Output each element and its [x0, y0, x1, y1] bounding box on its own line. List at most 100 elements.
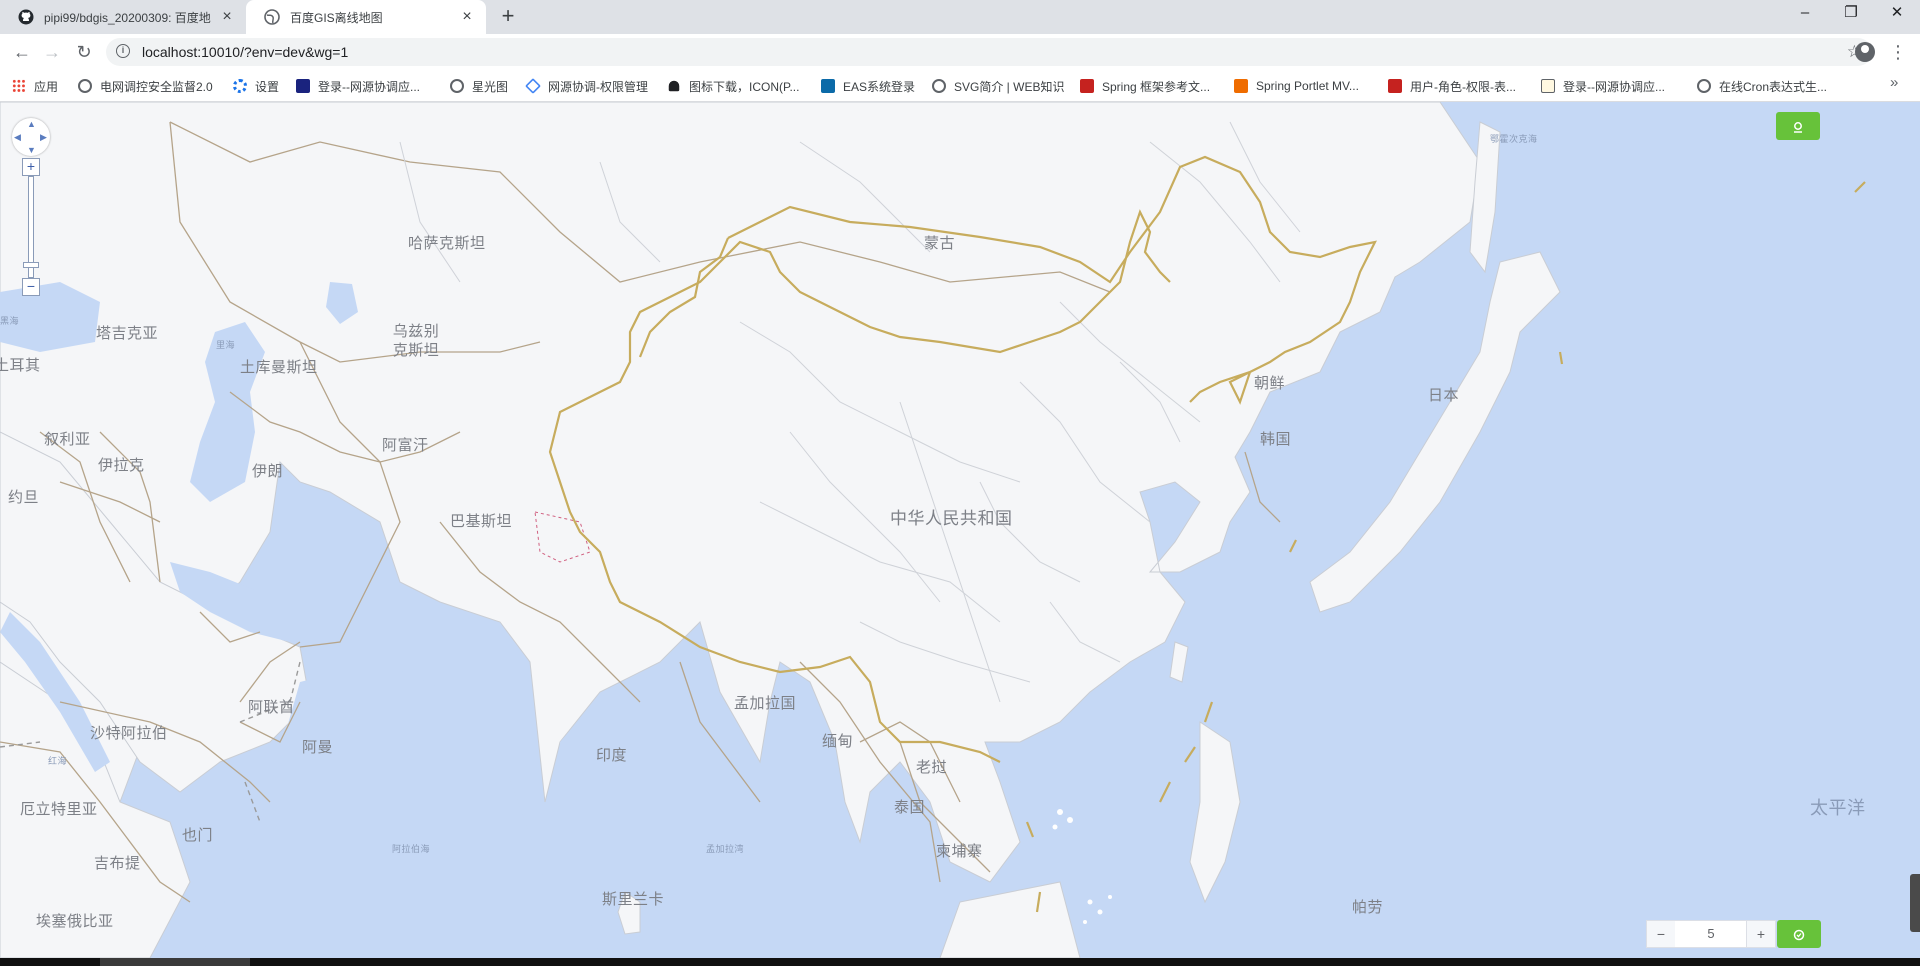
pan-up-icon[interactable]: ▲: [27, 119, 36, 129]
bookmarks-more-icon[interactable]: »: [1890, 74, 1898, 91]
url-text[interactable]: localhost:10010/?env=dev&wg=1: [142, 38, 348, 66]
bookmark-item[interactable]: 图标下载，ICON(P...: [667, 76, 799, 96]
label-oman: 阿曼: [302, 739, 334, 756]
map-zoom-out-button[interactable]: −: [22, 278, 40, 296]
bookmark-item[interactable]: 星光图: [450, 76, 508, 96]
label-kazakhstan: 哈萨克斯坦: [408, 235, 486, 252]
forward-arrow-icon[interactable]: →: [38, 38, 66, 66]
label-yemen: 也门: [182, 827, 214, 844]
label-turkmenistan: 土库曼斯坦: [240, 359, 318, 376]
land-philippines: [1189, 721, 1241, 904]
label-ethiopia: 埃塞俄比亚: [36, 913, 114, 930]
bookmark-label: 登录--网源协调应...: [1563, 79, 1665, 94]
tab-github[interactable]: pipi99/bdgis_20200309: 百度地 ×: [0, 0, 246, 34]
bookmark-label: EAS系统登录: [843, 79, 916, 94]
pan-down-icon[interactable]: ▼: [27, 145, 36, 155]
restore-icon[interactable]: ❐: [1828, 0, 1874, 28]
tab-baidu-gis[interactable]: 百度GIS离线地图 ×: [246, 0, 486, 34]
orange-s-icon: [1234, 79, 1248, 93]
info-icon[interactable]: i: [116, 44, 130, 58]
bookmark-item[interactable]: 登录--网源协调应...: [296, 76, 420, 96]
globe-icon: [932, 79, 946, 93]
menu-kebab-icon[interactable]: ⋮: [1884, 38, 1912, 66]
zoom-slider-handle[interactable]: [23, 262, 39, 268]
label-bangladesh: 孟加拉国: [734, 695, 797, 712]
eas-icon: [821, 79, 835, 93]
bookmark-label: Spring 框架参考文...: [1102, 79, 1211, 94]
label-uae: 阿联酋: [248, 699, 295, 716]
map-tiles: [0, 102, 1866, 958]
bookmark-item[interactable]: 登录--网源协调应...: [1541, 76, 1665, 96]
zoom-apply-button[interactable]: [1777, 920, 1821, 948]
github-icon: [18, 9, 34, 25]
bookmark-item[interactable]: Spring 框架参考文...: [1080, 76, 1210, 96]
zoom-increase-button[interactable]: +: [1746, 920, 1776, 948]
pan-control[interactable]: ▲ ▼ ◀ ▶: [12, 118, 50, 156]
new-tab-button[interactable]: +: [496, 5, 520, 29]
bookmark-item[interactable]: SVG简介 | WEB知识: [932, 76, 1064, 96]
bookmark-apps[interactable]: 应用: [12, 76, 58, 96]
bookmark-item[interactable]: 网源协调-权限管理: [525, 76, 648, 96]
pan-left-icon[interactable]: ◀: [14, 132, 21, 143]
taskbar-segment: [100, 958, 250, 966]
label-uzbekistan: 乌兹别克斯坦: [392, 323, 440, 359]
browser-toolbar: ← → ↻ i localhost:10010/?env=dev&wg=1 ☆: [0, 34, 1920, 70]
globe-icon: [264, 9, 280, 25]
label-syria: 叙利亚: [44, 431, 91, 448]
locate-button[interactable]: [1776, 112, 1820, 140]
bookmark-label: 电网调控安全监督2.0: [100, 79, 213, 94]
bookmark-label: SVG简介 | WEB知识: [954, 79, 1065, 94]
back-arrow-icon[interactable]: ←: [8, 38, 36, 66]
label-eritrea: 厄立特里亚: [20, 801, 98, 818]
close-tab-icon[interactable]: ×: [458, 8, 476, 26]
bookmark-item[interactable]: Spring Portlet MV...: [1234, 76, 1359, 96]
globe-icon: [78, 79, 92, 93]
label-palau: 帕劳: [1352, 899, 1384, 916]
bookmark-label: 登录--网源协调应...: [318, 79, 420, 94]
close-tab-icon[interactable]: ×: [218, 8, 236, 26]
locate-icon: [1794, 121, 1802, 133]
label-caspian: 里海: [216, 340, 236, 350]
address-bar[interactable]: i localhost:10010/?env=dev&wg=1 ☆: [106, 38, 1872, 66]
bookmark-label: 设置: [255, 79, 280, 94]
profile-avatar-icon[interactable]: [1855, 42, 1875, 62]
land-borneo: [939, 881, 1081, 958]
zoom-level-input[interactable]: 5: [1675, 920, 1747, 948]
tab-title: pipi99/bdgis_20200309: 百度地: [44, 10, 211, 25]
label-myanmar: 缅甸: [822, 733, 854, 750]
bookmark-item[interactable]: EAS系统登录: [821, 76, 915, 96]
label-okhotsk: 鄂霍次克海: [1490, 134, 1538, 144]
tab-title: 百度GIS离线地图: [290, 10, 383, 25]
bookmark-item[interactable]: 用户-角色-权限-表...: [1388, 76, 1516, 96]
image-icon: [1541, 79, 1555, 93]
globe-icon: [450, 79, 464, 93]
pan-right-icon[interactable]: ▶: [40, 132, 47, 143]
label-arabian-sea: 阿拉伯海: [392, 844, 431, 854]
label-mongolia: 蒙古: [924, 235, 956, 252]
bookmark-label: 图标下载，ICON(P...: [689, 79, 800, 94]
bookmark-label: 用户-角色-权限-表...: [1410, 79, 1516, 94]
globe-icon: [1697, 79, 1711, 93]
person-icon: [668, 80, 680, 92]
label-pakistan: 巴基斯坦: [450, 513, 513, 530]
bookmark-item[interactable]: 设置: [233, 76, 279, 96]
minimize-icon[interactable]: –: [1782, 0, 1828, 28]
label-cambodia: 柬埔寨: [936, 843, 983, 860]
diamond-icon: [525, 78, 541, 94]
reload-icon[interactable]: ↻: [70, 38, 98, 66]
bookmark-item[interactable]: 在线Cron表达式生...: [1697, 76, 1827, 96]
check-circle-icon: [1793, 929, 1805, 940]
red-app-icon: [296, 79, 310, 93]
close-window-icon[interactable]: ✕: [1874, 0, 1920, 28]
map-canvas[interactable]: 哈萨克斯坦 蒙古 乌兹别克斯坦 土库曼斯坦 塔吉克亚 土耳其 叙利亚 伊拉克 伊…: [0, 102, 1920, 958]
label-jordan: 约旦: [8, 489, 40, 506]
map-zoom-in-button[interactable]: +: [22, 158, 40, 176]
zoom-decrease-button[interactable]: −: [1646, 920, 1676, 948]
label-red-sea: 红海: [48, 756, 68, 766]
bookmarks-bar: 应用 电网调控安全监督2.0 设置 登录--网源协调应... 星光图 网源协调-…: [0, 70, 1920, 102]
bookmark-item[interactable]: 电网调控安全监督2.0: [78, 76, 213, 96]
label-turkey: 土耳其: [0, 357, 41, 374]
label-iran: 伊朗: [252, 463, 284, 480]
label-afghanistan: 阿富汗: [382, 437, 429, 454]
side-panel-handle[interactable]: [1910, 874, 1920, 932]
